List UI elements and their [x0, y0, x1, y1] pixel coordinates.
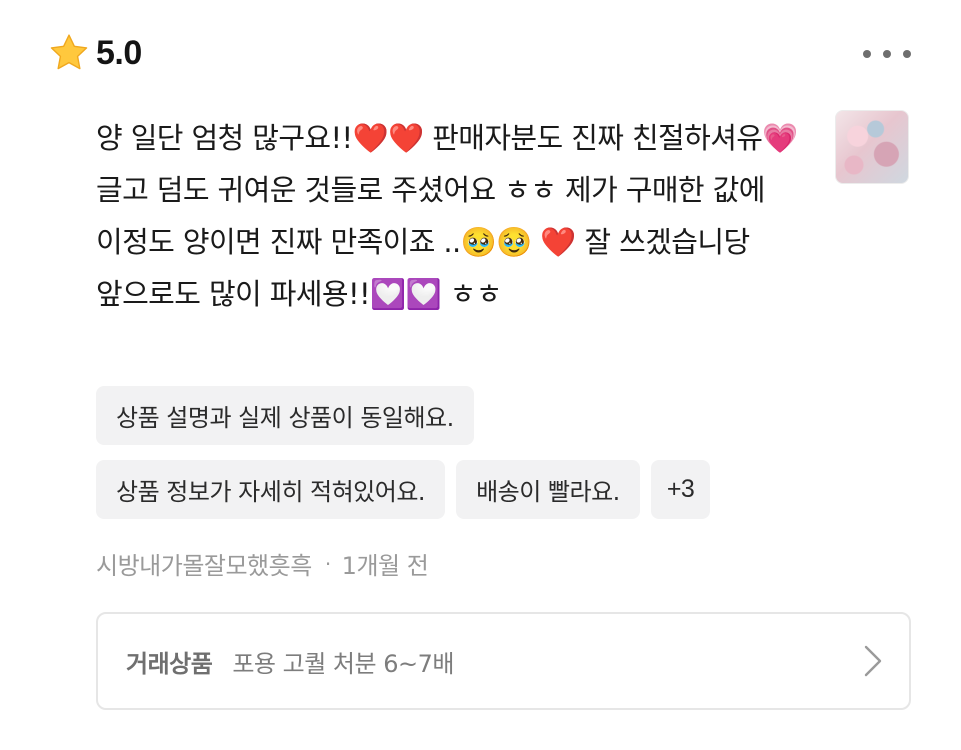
review-text: 양 일단 엄청 많구요!!❤️❤️ 판매자분도 진짜 친절하셔유💗 글고 덤도 …: [96, 121, 798, 311]
review-tag: 상품 설명과 실제 상품이 동일해요.: [96, 386, 474, 445]
review-time: 1개월 전: [341, 552, 429, 580]
tag-row: 상품 설명과 실제 상품이 동일해요.: [96, 386, 816, 445]
review-tag: 상품 정보가 자세히 적혀있어요.: [96, 460, 446, 519]
rating-value: 5.0: [96, 33, 142, 72]
review-tag: 배송이 빨라요.: [456, 460, 640, 519]
author-name[interactable]: 시방내가몰잘모했흣흑: [96, 546, 312, 581]
review-tags: 상품 설명과 실제 상품이 동일해요. 상품 정보가 자세히 적혀있어요. 배송…: [96, 386, 816, 534]
more-horizontal-icon: [863, 50, 871, 58]
separator: ·: [324, 551, 331, 576]
product-label: 거래상품: [126, 649, 213, 678]
rating: 5.0: [48, 31, 142, 75]
review-meta: 시방내가몰잘모했흣흑 · 1개월 전: [96, 546, 429, 581]
product-name: 포용 고퀄 처분 6~7배: [232, 649, 454, 678]
more-options-button[interactable]: [863, 44, 911, 64]
more-tags-button[interactable]: +3: [650, 460, 711, 519]
tag-row: 상품 정보가 자세히 적혀있어요. 배송이 빨라요. +3: [96, 460, 816, 519]
traded-product-card[interactable]: 거래상품 포용 고퀄 처분 6~7배: [96, 612, 911, 710]
review-photo-thumbnail[interactable]: [835, 110, 909, 184]
chevron-right-icon: [864, 645, 882, 677]
star-icon: [50, 34, 88, 70]
